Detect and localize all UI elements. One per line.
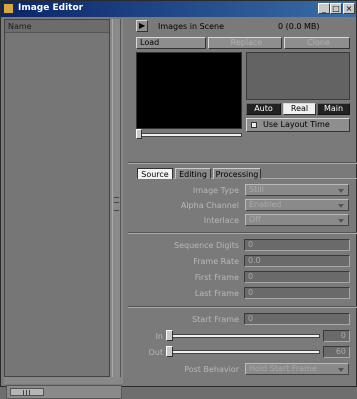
frame-rate-label: Frame Rate	[193, 257, 239, 266]
images-count: 0 (0.0 MB)	[278, 22, 320, 31]
last-frame-label: Last Frame	[194, 289, 239, 298]
first-frame-field[interactable]: 0	[244, 271, 350, 283]
use-layout-time-label: Use Layout Time	[263, 120, 330, 129]
in-slider[interactable]	[166, 330, 320, 342]
image-type-label: Image Type	[193, 186, 239, 195]
maximize-button[interactable]: □	[330, 3, 342, 14]
in-slider-knob[interactable]	[166, 330, 173, 341]
pane-splitter[interactable]	[112, 19, 121, 377]
out-slider-track	[168, 350, 320, 354]
image-preview	[136, 52, 242, 129]
chevron-down-icon	[338, 204, 344, 208]
horizontal-scrollbar[interactable]	[6, 385, 122, 399]
checkbox-icon	[251, 122, 257, 128]
close-button[interactable]: ×	[343, 3, 355, 14]
name-column-header[interactable]: Name	[5, 20, 109, 33]
real-button[interactable]: Real	[283, 103, 316, 115]
load-button[interactable]: Load	[136, 37, 206, 49]
images-in-scene-label: Images in Scene	[158, 22, 224, 31]
splitter-grip-icon	[114, 197, 119, 211]
sequence-digits-field[interactable]: 0	[244, 239, 350, 251]
start-frame-label: Start Frame	[191, 315, 239, 324]
start-frame-field[interactable]: 0	[244, 313, 350, 325]
image-editor-window: Image Editor _ □ × Name ▶ Images in Scen…	[0, 0, 357, 399]
in-slider-track	[168, 334, 320, 338]
image-type-dropdown[interactable]: Still	[245, 184, 349, 196]
chevron-down-icon	[338, 219, 344, 223]
use-layout-time-toggle[interactable]: Use Layout Time	[246, 118, 350, 132]
image-list-pane: Name	[4, 19, 123, 399]
first-frame-label: First Frame	[194, 273, 239, 282]
interlace-label: Interlace	[203, 216, 239, 225]
tab-editing[interactable]: Editing	[175, 168, 211, 179]
out-field[interactable]: 60	[323, 346, 350, 358]
chevron-down-icon	[338, 189, 344, 193]
alpha-channel-value: Enabled	[249, 200, 282, 209]
title-bar[interactable]: Image Editor _ □ ×	[1, 1, 356, 17]
interlace-value: Off	[249, 215, 261, 224]
timeline-track	[139, 133, 242, 137]
last-frame-field[interactable]: 0	[244, 287, 350, 299]
scrollbar-thumb[interactable]	[10, 388, 44, 396]
interlace-dropdown[interactable]: Off	[245, 214, 349, 226]
post-behavior-label: Post Behavior	[184, 365, 239, 374]
app-icon	[3, 3, 14, 14]
in-field[interactable]: 0	[323, 330, 350, 342]
in-label: In	[155, 332, 163, 341]
tab-processing[interactable]: Processing	[213, 168, 261, 179]
auto-button[interactable]: Auto	[246, 103, 281, 115]
image-type-value: Still	[249, 185, 264, 194]
out-slider[interactable]	[166, 346, 320, 358]
tab-source[interactable]: Source	[137, 168, 173, 179]
properties-panel: ▶ Images in Scene 0 (0.0 MB) Load Replac…	[128, 19, 357, 385]
image-list[interactable]: Name	[4, 19, 110, 377]
alpha-channel-dropdown[interactable]: Enabled	[245, 199, 349, 211]
separator	[128, 306, 357, 308]
separator	[128, 162, 357, 164]
sequence-digits-label: Sequence Digits	[174, 241, 239, 250]
out-label: Out	[148, 348, 163, 357]
timeline-slider[interactable]	[136, 129, 242, 139]
main-button[interactable]: Main	[317, 103, 350, 115]
alpha-channel-label: Alpha Channel	[180, 201, 239, 210]
thumbnail-preview	[246, 52, 350, 100]
clone-button[interactable]: Clone	[284, 37, 350, 49]
chevron-down-icon	[338, 368, 344, 372]
separator	[128, 232, 357, 234]
post-behavior-dropdown[interactable]: Hold Start Frame	[245, 363, 349, 375]
minimize-button[interactable]: _	[318, 3, 330, 14]
replace-button[interactable]: Replace	[208, 37, 282, 49]
window-title: Image Editor	[18, 3, 84, 13]
frame-rate-field[interactable]: 0.0	[244, 255, 350, 267]
menu-arrow-button[interactable]: ▶	[136, 20, 148, 32]
timeline-knob[interactable]	[136, 129, 142, 139]
out-slider-knob[interactable]	[166, 346, 173, 357]
post-behavior-value: Hold Start Frame	[249, 364, 317, 373]
